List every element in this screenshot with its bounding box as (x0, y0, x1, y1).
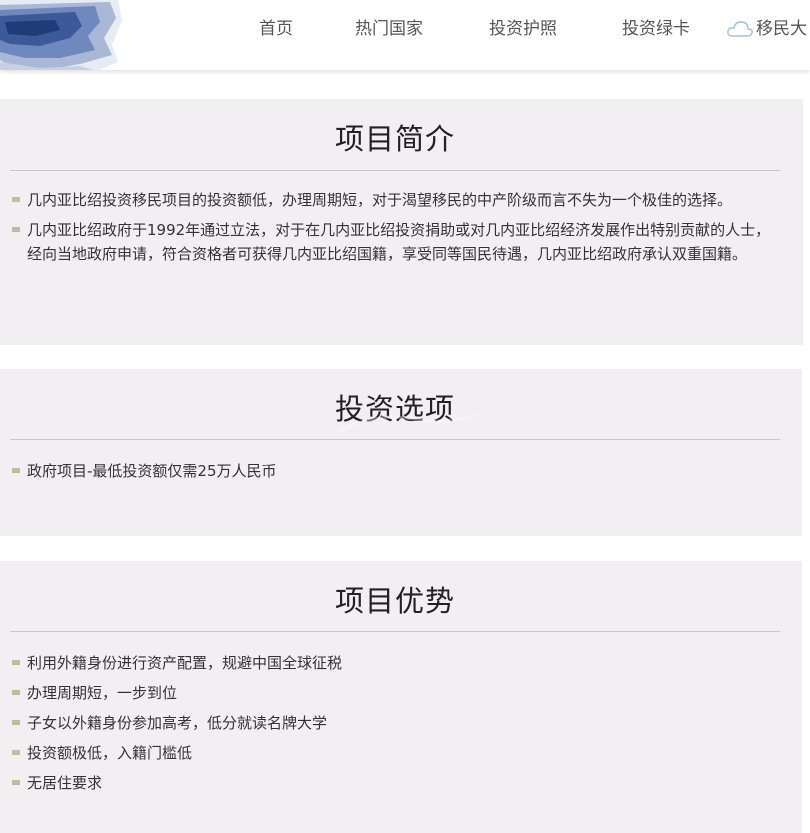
section-investment-options: 投资选项 政府项目-最低投资额仅需25万人民币 (0, 369, 802, 536)
section-title: 项目优势 (334, 584, 455, 618)
bullet-marker (12, 780, 20, 785)
list-item-text: 投资额极低，入籍门槛低 (27, 744, 193, 762)
logo-art[interactable] (0, 0, 125, 70)
top-navigation-bar: 首页 热门国家 投资护照 投资绿卡 移民大 (0, 0, 810, 70)
bullet-marker (12, 750, 20, 755)
section-title: 项目简介 (334, 122, 455, 156)
list-item-text: 几内亚比绍投资移民项目的投资额低，办理周期短，对于渴望移民的中产阶级而言不失为一… (27, 191, 733, 209)
nav-home[interactable]: 首页 (259, 14, 293, 44)
bullet-marker (12, 197, 20, 202)
list-item: 无居住要求 (12, 771, 782, 795)
list-item-text: 子女以外籍身份参加高考，低分就读名牌大学 (27, 714, 328, 732)
nav-investment-passport[interactable]: 投资护照 (489, 14, 557, 44)
section-divider (10, 439, 780, 440)
list-item-text: 几内亚比绍政府于1992年通过立法，对于在几内亚比绍投资捐助或对几内亚比绍经济发… (27, 221, 771, 263)
intro-list: 几内亚比绍投资移民项目的投资额低，办理周期短，对于渴望移民的中产阶级而言不失为一… (12, 188, 783, 272)
advantages-list: 利用外籍身份进行资产配置，规避中国全球征税 办理周期短，一步到位 子女以外籍身份… (12, 651, 782, 801)
bullet-marker (12, 720, 20, 725)
section-project-advantages: 项目优势 利用外籍身份进行资产配置，规避中国全球征税 办理周期短，一步到位 子女… (0, 561, 802, 833)
bullet-marker (12, 227, 20, 232)
list-item-text: 无居住要求 (27, 774, 103, 792)
options-list: 政府项目-最低投资额仅需25万人民币 (12, 459, 782, 489)
list-item-text: 政府项目-最低投资额仅需25万人民币 (27, 462, 277, 480)
list-item-text: 办理周期短，一步到位 (27, 684, 178, 702)
watermark-graphic (337, 413, 479, 434)
section-divider (10, 631, 780, 632)
section-project-intro: 项目简介 几内亚比绍投资移民项目的投资额低，办理周期短，对于渴望移民的中产阶级而… (0, 99, 803, 345)
nav-investment-green-card[interactable]: 投资绿卡 (622, 14, 690, 44)
bullet-marker (12, 468, 20, 473)
list-item-text: 利用外籍身份进行资产配置，规避中国全球征税 (27, 654, 343, 672)
nav-popular-countries[interactable]: 热门国家 (355, 14, 423, 44)
list-item: 几内亚比绍政府于1992年通过立法，对于在几内亚比绍投资捐助或对几内亚比绍经济发… (12, 218, 783, 266)
bullet-marker (12, 690, 20, 695)
section-divider (10, 170, 780, 171)
list-item: 子女以外籍身份参加高考，低分就读名牌大学 (12, 711, 782, 735)
bullet-marker (12, 660, 20, 665)
list-item: 投资额极低，入籍门槛低 (12, 741, 782, 765)
nav-immigration[interactable]: 移民大 (756, 14, 807, 44)
list-item: 几内亚比绍投资移民项目的投资额低，办理周期短，对于渴望移民的中产阶级而言不失为一… (12, 188, 783, 212)
list-item: 办理周期短，一步到位 (12, 681, 782, 705)
cloud-icon (727, 21, 753, 37)
list-item: 政府项目-最低投资额仅需25万人民币 (12, 459, 782, 483)
list-item: 利用外籍身份进行资产配置，规避中国全球征税 (12, 651, 782, 675)
